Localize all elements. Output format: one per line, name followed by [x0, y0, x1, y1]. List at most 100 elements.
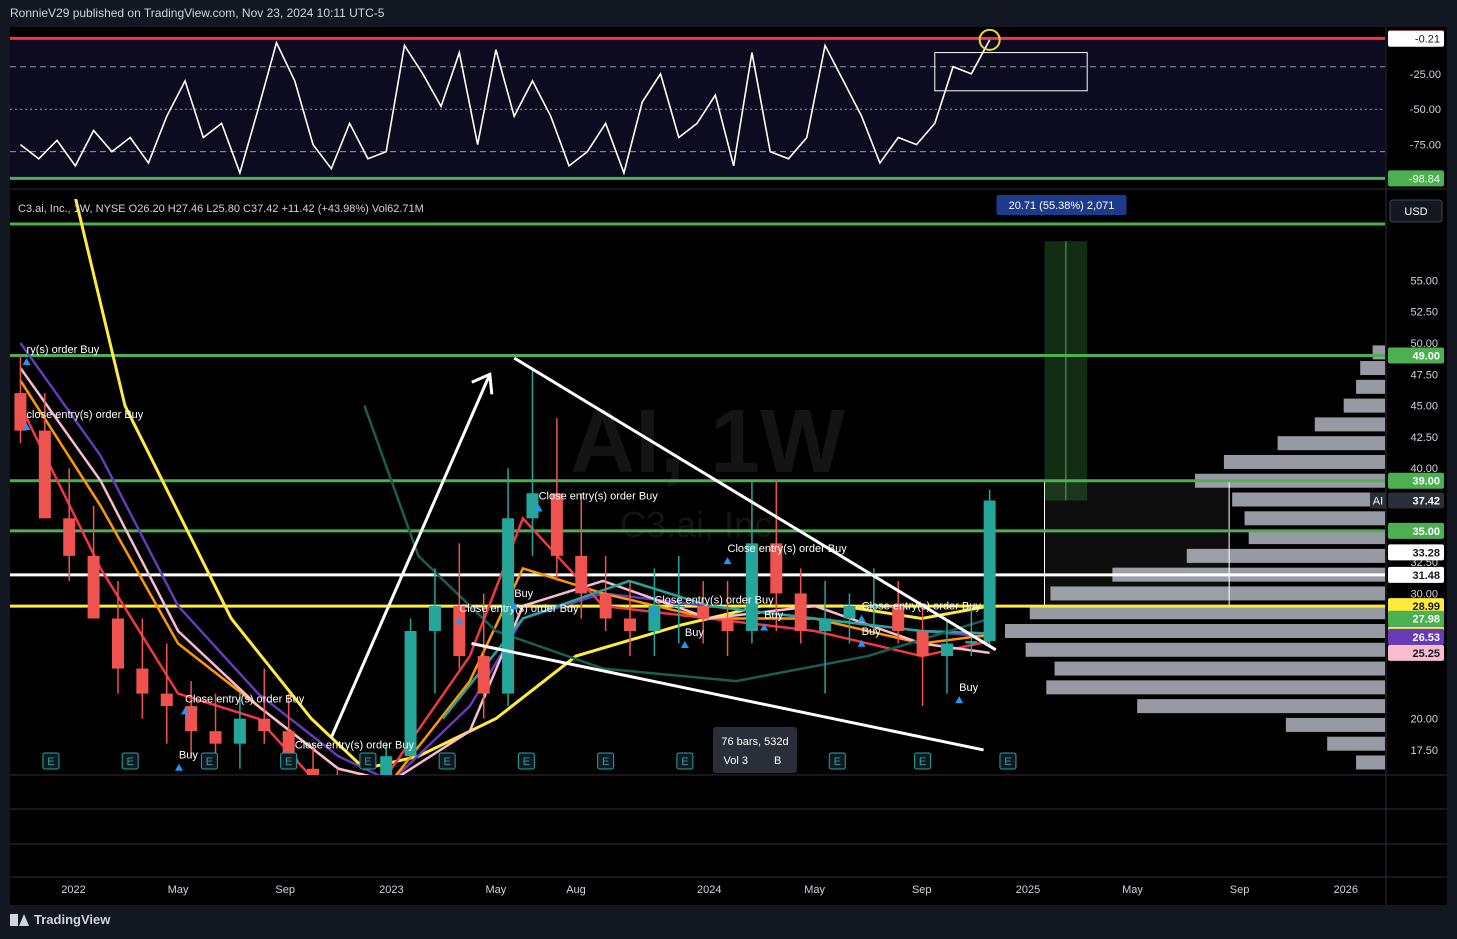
- candle-body[interactable]: [428, 605, 441, 631]
- candle-body[interactable]: [160, 693, 173, 707]
- volume-profile-bar: [1360, 361, 1385, 376]
- candle-body[interactable]: [331, 794, 343, 819]
- range-tooltip-line1: 76 bars, 532d: [721, 736, 788, 748]
- currency-button[interactable]: USD: [1389, 199, 1443, 223]
- price-badge-label: 35.00: [1412, 526, 1440, 538]
- earnings-letter: E: [834, 756, 841, 768]
- oscillator-axis-tick: -25.00: [1410, 69, 1441, 81]
- time-axis-tick: 2025: [1016, 884, 1040, 896]
- candle-body[interactable]: [940, 643, 953, 657]
- earnings-marker[interactable]: E: [359, 752, 377, 770]
- buy-signal-arrow-icon: [22, 358, 31, 366]
- candle-body[interactable]: [745, 543, 758, 631]
- strategy-signal-label: Close entry(s) order Buy: [654, 594, 774, 606]
- earnings-letter: E: [681, 756, 688, 768]
- earnings-marker[interactable]: E: [914, 752, 932, 770]
- candle-body[interactable]: [87, 555, 100, 619]
- candle-body[interactable]: [477, 656, 490, 694]
- candle-body[interactable]: [63, 518, 76, 556]
- candle-body[interactable]: [721, 618, 734, 631]
- candle-body[interactable]: [697, 605, 710, 619]
- candle-body[interactable]: [38, 430, 51, 519]
- oscillator-axis-tick: -50.00: [1410, 104, 1441, 116]
- chart-svg[interactable]: AI, 1W C3.ai, Inc. ry(s) order Buy close en…: [10, 27, 1447, 905]
- price-axis-badge: 31.48: [1388, 566, 1444, 583]
- time-axis[interactable]: 2022 May Sep 2023 May Aug 2024 May Sep 2025 May Sep…: [61, 884, 1358, 896]
- price-axis-tick: 17.50: [1410, 745, 1438, 757]
- candle-body[interactable]: [794, 593, 807, 631]
- earnings-letter: E: [1004, 756, 1011, 768]
- volume-profile-bar: [1232, 492, 1385, 507]
- earnings-marker[interactable]: E: [828, 752, 846, 770]
- candle-body[interactable]: [843, 605, 856, 619]
- candle-body[interactable]: [550, 493, 563, 556]
- price-axis-tick: 55.00: [1410, 275, 1438, 287]
- candle-body[interactable]: [380, 756, 393, 831]
- candle-body[interactable]: [983, 500, 996, 642]
- candle-body[interactable]: [233, 718, 246, 744]
- price-badge-label: 25.25: [1412, 648, 1440, 660]
- volume-profile-bar: [1054, 661, 1385, 676]
- price-axis-tick: 20.00: [1410, 714, 1438, 726]
- candle-body[interactable]: [111, 618, 124, 669]
- candle-body[interactable]: [14, 393, 27, 431]
- price-axis-badge: 35.00: [1388, 522, 1444, 539]
- earnings-marker[interactable]: E: [676, 752, 694, 770]
- candle-body[interactable]: [356, 819, 368, 832]
- price-axis-tick: 52.50: [1410, 307, 1438, 319]
- publisher-line: RonnieV29 published on TradingView.com, …: [10, 6, 385, 20]
- candle-body[interactable]: [819, 618, 832, 631]
- price-badge-label: 26.53: [1412, 632, 1440, 644]
- earnings-letter: E: [47, 756, 54, 768]
- earnings-marker[interactable]: E: [999, 752, 1017, 770]
- candle-body[interactable]: [136, 668, 149, 694]
- candle-body[interactable]: [916, 631, 929, 657]
- tradingview-brand[interactable]: TradingView: [10, 912, 110, 927]
- strategy-signal-label: Close entry(s) order Buy: [728, 543, 848, 555]
- strategy-signal-label: Close entry(s) order Buy: [459, 603, 579, 615]
- volume-profile-bar: [1046, 680, 1385, 695]
- candle-body[interactable]: [258, 718, 271, 732]
- volume-profile-bar: [1343, 398, 1385, 413]
- earnings-letter: E: [523, 756, 530, 768]
- candle-body[interactable]: [404, 631, 417, 757]
- oscillator-axis-badge: -98.84: [1388, 170, 1444, 187]
- volume-profile-bar: [1327, 736, 1385, 751]
- earnings-letter: E: [285, 756, 292, 768]
- price-axis-badge: 33.28: [1388, 544, 1444, 561]
- buy-signal-arrow-icon: [174, 763, 183, 771]
- price-axis-badge: 25.25: [1388, 644, 1444, 661]
- earnings-letter: E: [206, 756, 213, 768]
- earnings-marker[interactable]: E: [597, 752, 615, 770]
- candle-body[interactable]: [526, 493, 539, 519]
- strategy-signal-label: Buy: [764, 609, 783, 621]
- price-axis-tick: 45.00: [1410, 401, 1438, 413]
- strategy-signal-label: Close entry(s) order Buy: [539, 491, 659, 503]
- oscillator-panel[interactable]: [10, 28, 1385, 180]
- price-axis-badge: 26.53: [1388, 628, 1444, 645]
- candle-body[interactable]: [599, 593, 612, 619]
- earnings-marker[interactable]: E: [200, 752, 218, 770]
- price-badge-label: 39.00: [1412, 476, 1440, 488]
- range-tooltip-line2-suffix: B: [774, 755, 781, 767]
- candle-body[interactable]: [307, 768, 320, 794]
- volume-profile-bar: [1223, 454, 1385, 469]
- earnings-letter: E: [364, 756, 371, 768]
- candle-body[interactable]: [185, 706, 198, 732]
- volume-profile-bar: [1025, 642, 1385, 657]
- candle-body[interactable]: [624, 618, 637, 631]
- earnings-letter: E: [919, 756, 926, 768]
- candle-body[interactable]: [965, 641, 978, 644]
- earnings-marker[interactable]: E: [121, 752, 139, 770]
- time-axis-tick: 2024: [697, 884, 721, 896]
- earnings-marker[interactable]: E: [280, 752, 298, 770]
- earnings-marker[interactable]: E: [42, 752, 60, 770]
- oscillator-badge-label: -98.84: [1409, 173, 1440, 185]
- chart-frame[interactable]: AI, 1W C3.ai, Inc. ry(s) order Buy close en…: [10, 27, 1447, 905]
- earnings-marker[interactable]: E: [517, 752, 535, 770]
- candle-body[interactable]: [575, 555, 588, 594]
- candle-body[interactable]: [209, 731, 222, 744]
- volume-profile-bar: [1356, 755, 1385, 770]
- earnings-letter: E: [126, 756, 133, 768]
- earnings-marker[interactable]: E: [438, 752, 456, 770]
